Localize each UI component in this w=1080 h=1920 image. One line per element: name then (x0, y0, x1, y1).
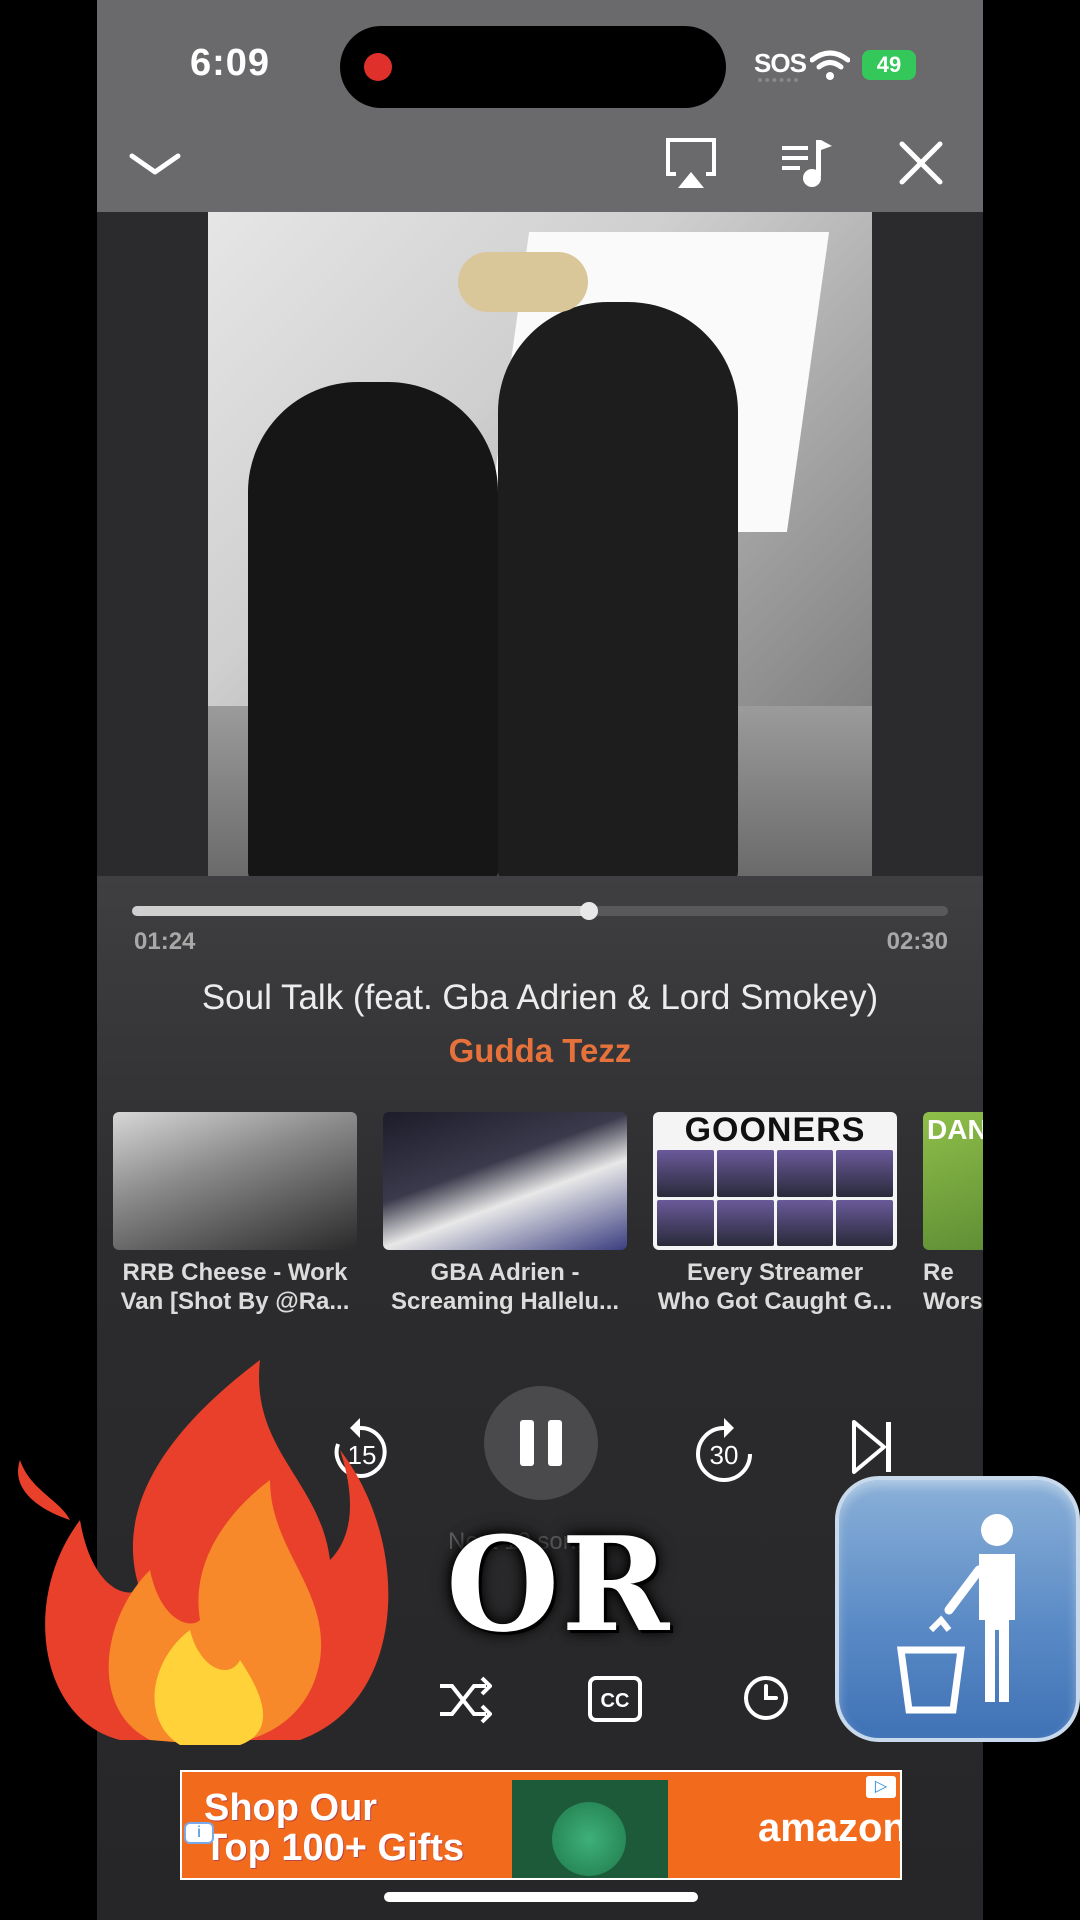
status-time: 6:09 (190, 42, 271, 84)
thumbnail-headline: DANC (927, 1114, 983, 1145)
ad-brand: amazon (758, 1806, 902, 1850)
recommendations-carousel[interactable]: RRB Cheese - Work Van [Shot By @Ra... GB… (97, 1112, 983, 1322)
recommendation-title: GBA Adrien - Screaming Hallelu... (383, 1258, 627, 1316)
artist-name[interactable]: Gudda Tezz (97, 1032, 983, 1070)
trash-emoji-sticker (835, 1476, 1080, 1742)
thumbnail-headline: GOONERS (684, 1112, 866, 1149)
artwork-cash (458, 252, 588, 312)
adchoices-icon[interactable]: ▷ (866, 1776, 896, 1798)
progress-bar[interactable] (132, 902, 948, 920)
recommendation-title-line1: Every Streamer (686, 1259, 864, 1286)
artwork-person-left (248, 382, 498, 876)
recommendation-title: Every Streamer Who Got Caught G... (653, 1258, 897, 1316)
battery-icon: 49 (862, 50, 916, 80)
recommendation-thumbnail[interactable] (113, 1112, 357, 1250)
person-with-trash-icon (897, 1514, 1015, 1714)
pause-button[interactable] (484, 1386, 598, 1500)
elapsed-time: 01:24 (134, 928, 196, 955)
artwork-person-right (498, 302, 738, 876)
recommendation-title-line1: GBA Adrien - (430, 1259, 580, 1286)
airplay-icon[interactable] (664, 136, 718, 190)
thumbnail-collage (657, 1150, 893, 1246)
forward-30-button[interactable]: 30 (692, 1414, 756, 1482)
signal-icon (758, 78, 798, 82)
recommendation-card[interactable]: GBA Adrien - Screaming Hallelu... (383, 1112, 627, 1316)
recording-indicator-icon (364, 53, 392, 81)
forward-label: 30 (710, 1440, 739, 1470)
captions-button[interactable]: CC (588, 1676, 642, 1722)
sleep-timer-button[interactable] (742, 1674, 790, 1722)
recommendation-thumbnail[interactable]: DANC (923, 1112, 983, 1250)
album-artwork (208, 212, 872, 876)
recommendation-title-line2: Who Got Caught G... (657, 1288, 893, 1315)
dynamic-island (340, 26, 726, 108)
recommendation-title: Re Wors (923, 1258, 983, 1316)
gift-box-image (512, 1780, 668, 1878)
ad-info-icon[interactable]: i (184, 1822, 214, 1844)
fire-emoji-sticker (18, 1360, 389, 1745)
ad-headline: Shop Our Top 100+ Gifts (204, 1788, 464, 1868)
recommendation-title-line2: Screaming Hallelu... (390, 1288, 620, 1315)
wifi-icon (810, 50, 850, 80)
progress-fill (132, 906, 589, 916)
queue-music-icon[interactable] (780, 136, 834, 190)
recommendation-title-line2: Wors (923, 1288, 983, 1315)
gift-bow (552, 1802, 626, 1876)
shuffle-button[interactable] (438, 1676, 492, 1724)
recommendation-title-line1: Re (923, 1259, 954, 1286)
close-icon[interactable] (894, 136, 948, 190)
recommendation-card[interactable]: DANC Re Wors (923, 1112, 983, 1316)
recommendation-title-line1: RRB Cheese - Work (122, 1259, 348, 1286)
recommendation-card[interactable]: GOONERS Every Streamer Who Got Caught G.… (653, 1112, 897, 1316)
progress-scrubber[interactable] (579, 902, 598, 920)
ad-headline-line2: Top 100+ Gifts (204, 1827, 465, 1869)
total-duration: 02:30 (886, 928, 948, 955)
home-indicator[interactable] (384, 1892, 698, 1902)
next-track-button[interactable] (850, 1418, 896, 1476)
ad-banner[interactable]: Shop Our Top 100+ Gifts amazon ▷ i (180, 1770, 902, 1880)
svg-text:CC: CC (601, 1690, 630, 1712)
ad-headline-line1: Shop Our (204, 1787, 378, 1829)
recommendation-thumbnail[interactable]: GOONERS (653, 1112, 897, 1250)
recommendation-thumbnail[interactable] (383, 1112, 627, 1250)
recommendation-card[interactable]: RRB Cheese - Work Van [Shot By @Ra... (113, 1112, 357, 1316)
or-overlay-text: OR (446, 1508, 672, 1661)
song-title: Soul Talk (feat. Gba Adrien & Lord Smoke… (201, 978, 879, 1017)
pause-icon (520, 1420, 562, 1466)
chevron-down-icon[interactable] (128, 138, 182, 192)
carrier-status: SOS (754, 48, 807, 78)
